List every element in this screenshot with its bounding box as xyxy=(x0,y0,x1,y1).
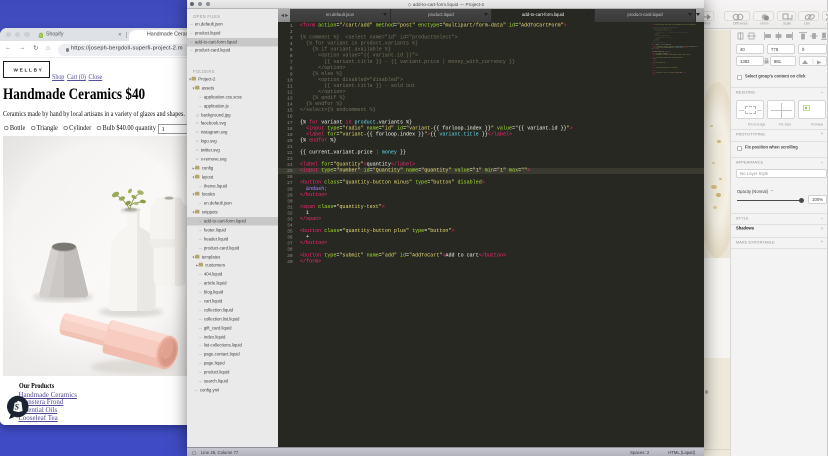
svg-text:S: S xyxy=(15,403,20,412)
